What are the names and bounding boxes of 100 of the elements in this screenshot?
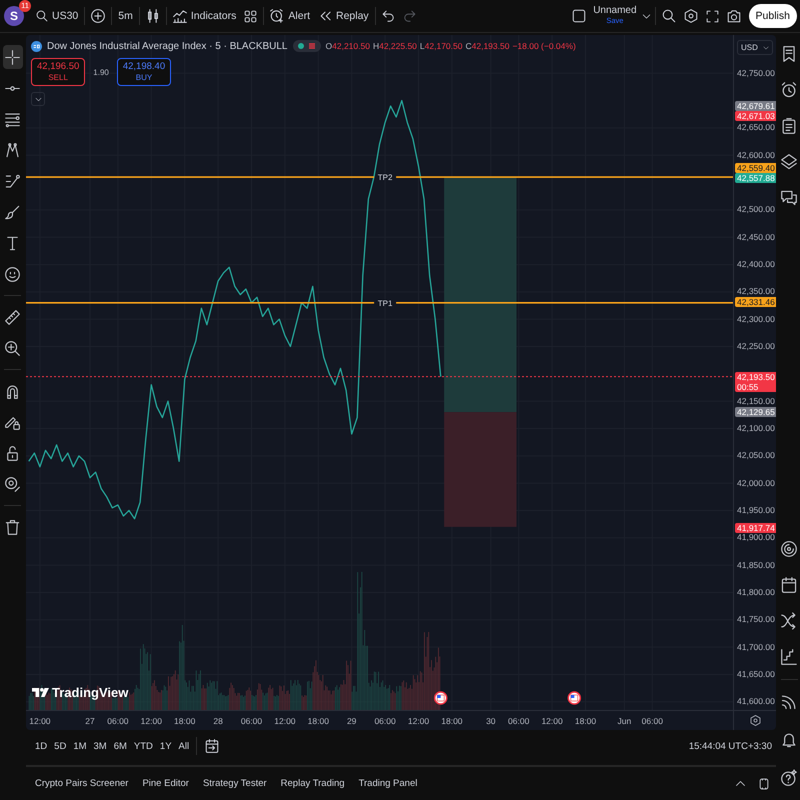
search-icon	[36, 10, 48, 22]
target-pencil-icon	[5, 476, 20, 492]
collapse-button[interactable]	[31, 92, 45, 106]
symbol-title[interactable]: Dow Jones Industrial Average Index · 5 · BLACKBULL	[47, 40, 288, 52]
calendar-arrow-icon[interactable]	[205, 739, 220, 753]
settings-icon[interactable]	[684, 9, 698, 23]
price-label: 42,000.00	[737, 478, 775, 488]
plus-circle-icon[interactable]	[91, 9, 106, 23]
price-label: 42,100.00	[737, 424, 775, 433]
maximize-icon[interactable]	[758, 778, 770, 790]
layout-name[interactable]: Unnamed	[593, 6, 637, 16]
panel-tab[interactable]: Crypto Pairs Screener	[30, 774, 134, 793]
panel-tab[interactable]: Strategy Tester	[198, 774, 272, 793]
indicators-button[interactable]: Indicators	[168, 4, 240, 28]
price-label: 42,050.00	[737, 451, 775, 460]
time-label: 29	[346, 716, 356, 726]
time-label: Jun	[618, 716, 632, 726]
panel-tab[interactable]: Replay Trading	[276, 774, 350, 793]
grid-icon[interactable]	[244, 10, 258, 22]
time-label: 12:00	[29, 716, 51, 726]
time-label: 18:00	[574, 716, 596, 726]
price-badge: 42,331.46	[735, 297, 776, 307]
chat-icon[interactable]	[781, 190, 797, 206]
chevron-up-icon[interactable]	[735, 778, 746, 789]
currency-dropdown[interactable]: USD	[737, 40, 773, 55]
chevron-down-icon[interactable]	[642, 12, 651, 20]
alert-button[interactable]: Alert	[266, 4, 314, 28]
range-button[interactable]: 1Y	[156, 738, 175, 754]
magnet-icon	[5, 384, 20, 398]
panel-tab[interactable]: Trading Panel	[354, 774, 422, 793]
status-dot-icon	[298, 43, 304, 49]
crosshair-icon	[5, 50, 20, 64]
crossing-curves-icon[interactable]	[781, 613, 797, 629]
price-label: 42,400.00	[737, 260, 775, 270]
target-icon[interactable]	[781, 541, 797, 557]
time-label: 12:00	[140, 716, 162, 726]
symbol-search-button[interactable]: US30	[32, 4, 82, 28]
brush-icon	[5, 204, 20, 220]
panel-tab[interactable]: Pine Editor	[137, 774, 194, 793]
calendar-icon[interactable]	[781, 577, 797, 593]
time-label: 06:00	[642, 716, 663, 726]
range-button[interactable]: 1D	[32, 738, 50, 754]
zoom-in-icon	[5, 340, 20, 356]
level-line[interactable]	[26, 302, 733, 304]
alarm-clock-icon[interactable]	[781, 82, 797, 98]
range-button[interactable]: YTD	[130, 738, 156, 754]
price-label: 41,800.00	[737, 588, 775, 597]
interval-button[interactable]: 5m	[114, 4, 137, 28]
logo-icon	[32, 688, 49, 697]
flag-icon[interactable]	[568, 691, 582, 705]
settings-icon[interactable]	[750, 715, 760, 726]
publish-button[interactable]: Publish	[748, 4, 797, 28]
search-icon[interactable]	[662, 9, 676, 23]
range-button[interactable]: 5D	[51, 738, 70, 754]
level-line[interactable]	[26, 176, 733, 178]
tool-button[interactable]	[2, 45, 22, 69]
price-label: 42,600.00	[737, 150, 775, 160]
ohlc-value: O42,210.50	[326, 41, 370, 51]
bookmark-list-icon[interactable]	[781, 46, 797, 62]
line-label: TP1	[378, 298, 392, 308]
replay-button[interactable]: Replay	[314, 4, 373, 28]
layers-icon[interactable]	[781, 154, 797, 170]
pencil-lock-icon	[5, 414, 20, 430]
price-label: 42,250.00	[737, 342, 775, 351]
candlestick-icon[interactable]	[146, 9, 160, 23]
price-label: 41,700.00	[737, 642, 775, 652]
countdown-timer: 00:55	[737, 382, 760, 392]
buy-button[interactable]: 42,198.40 BUY	[116, 58, 172, 86]
market-status-pill[interactable]	[292, 40, 320, 52]
flag-icon[interactable]	[434, 691, 448, 705]
undo-icon[interactable]	[382, 10, 395, 22]
sell-button[interactable]: 42,196.50 SELL	[31, 58, 86, 86]
square-icon[interactable]	[572, 9, 586, 23]
ohlc-value: C42,193.50	[465, 41, 510, 51]
price-label: 41,600.00	[737, 697, 775, 706]
time-label: 06:00	[374, 716, 396, 726]
trash-icon	[5, 520, 20, 534]
user-avatar[interactable]: S	[4, 6, 24, 26]
price-label: 42,300.00	[737, 314, 775, 324]
price-badge: 42,559.40	[735, 163, 776, 174]
price-badge: 42,671.03	[735, 111, 776, 122]
bell-icon[interactable]	[781, 732, 797, 748]
time-label: 30	[486, 716, 496, 726]
time-label: 18:00	[441, 716, 463, 726]
help-icon[interactable]	[781, 770, 797, 786]
spread-value: 1.90	[93, 68, 109, 76]
fullscreen-icon[interactable]	[706, 10, 719, 22]
clipboard-icon[interactable]	[781, 118, 797, 134]
step-chart-icon[interactable]	[781, 649, 797, 665]
camera-icon[interactable]	[726, 9, 741, 23]
clock-time[interactable]: 15:44:04 UTC+3:30	[688, 740, 772, 752]
line-chart-icon	[172, 9, 187, 23]
broadcast-icon[interactable]	[781, 694, 797, 710]
range-button[interactable]: 3M	[90, 738, 110, 754]
time-label: 06:00	[508, 716, 530, 726]
range-button[interactable]: All	[176, 738, 192, 754]
range-button[interactable]: 1M	[70, 738, 90, 754]
range-button[interactable]: 6M	[110, 738, 130, 754]
ruler-icon	[5, 310, 20, 324]
logo-wordmark: TradingView	[52, 685, 128, 700]
